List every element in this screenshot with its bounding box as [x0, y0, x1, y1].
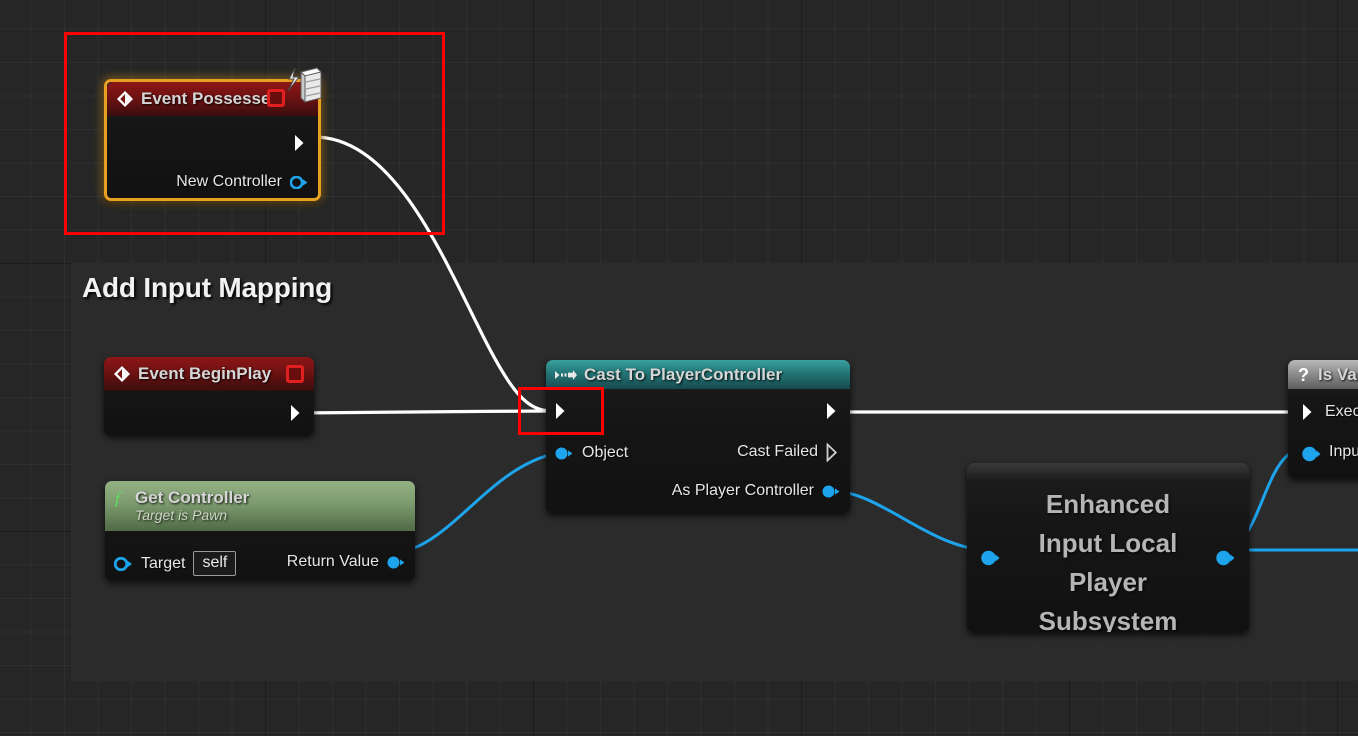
object-pin-icon — [555, 447, 574, 460]
node-is-valid-header: ? Is Va — [1288, 360, 1358, 389]
object-ref-pin-icon — [114, 557, 133, 570]
node-enhanced-input-subsystem-title: Enhanced Input Local Player Subsystem — [967, 485, 1249, 632]
pin-label-return-value: Return Value — [287, 553, 379, 571]
node-get-controller-header: f Get Controller Target is Pawn — [105, 481, 415, 531]
object-pin-icon — [822, 485, 841, 498]
exec-pin-icon — [290, 404, 305, 422]
svg-text:?: ? — [1298, 365, 1309, 384]
object-pin-icon — [387, 556, 406, 569]
object-pin-icon — [1216, 550, 1235, 563]
pin-is-valid-exec-in[interactable]: Exec — [1302, 403, 1358, 421]
node-get-controller[interactable]: f Get Controller Target is Pawn Target — [105, 481, 415, 580]
target-value-field[interactable]: self — [193, 551, 236, 576]
node-get-controller-subtitle: Target is Pawn — [135, 507, 227, 523]
exec-pin-icon — [1302, 403, 1317, 421]
node-is-valid[interactable]: ? Is Va Exec — [1288, 360, 1358, 478]
function-f-icon: f — [114, 489, 128, 507]
node-cast-inner: Cast To PlayerController — [546, 360, 850, 513]
object-pin-icon — [981, 550, 1000, 563]
node-cast-header: Cast To PlayerController — [546, 360, 850, 389]
node-is-valid-title: Is Va — [1318, 365, 1357, 385]
delegate-pin-icon[interactable] — [286, 365, 304, 383]
question-mark-icon: ? — [1297, 365, 1311, 384]
pin-is-valid-input-object[interactable]: Inpu — [1302, 443, 1358, 461]
pin-label-target: Target — [141, 555, 185, 573]
pin-label-input-object: Inpu — [1329, 443, 1358, 461]
node-event-beginplay-header: Event BeginPlay — [104, 357, 314, 391]
annotation-cast-exec-pin-highlight — [518, 387, 604, 435]
exec-pin-icon — [826, 402, 841, 420]
pin-label-cast-failed: Cast Failed — [737, 443, 818, 461]
svg-text:f: f — [115, 489, 122, 507]
pin-subsystem-out[interactable] — [1216, 550, 1235, 563]
node-get-controller-inner: f Get Controller Target is Pawn Target — [105, 481, 415, 580]
node-enhanced-input-subsystem-inner: Enhanced Input Local Player Subsystem — [967, 463, 1249, 632]
pin-label-exec: Exec — [1325, 403, 1358, 421]
pin-get-controller-target[interactable]: Target self — [114, 551, 236, 576]
exec-pin-hollow-icon — [826, 443, 841, 461]
node-is-valid-inner: ? Is Va Exec — [1288, 360, 1358, 478]
node-get-controller-title: Get Controller — [135, 488, 249, 508]
node-enhanced-input-subsystem[interactable]: Enhanced Input Local Player Subsystem — [967, 463, 1249, 632]
pin-cast-as-player-controller[interactable]: As Player Controller — [672, 482, 841, 500]
object-pin-icon — [1302, 446, 1321, 459]
blueprint-graph-canvas[interactable]: Add Input Mapping — [0, 0, 1358, 736]
comment-title: Add Input Mapping — [82, 272, 332, 304]
pin-label-as-player-controller: As Player Controller — [672, 482, 814, 500]
annotation-event-possessed-highlight — [64, 32, 445, 235]
pin-cast-exec-out[interactable] — [826, 402, 841, 420]
cast-arrow-icon — [555, 368, 577, 382]
node-cast-to-playercontroller[interactable]: Cast To PlayerController — [546, 360, 850, 513]
pin-label-object: Object — [582, 444, 628, 462]
event-diamond-icon — [113, 365, 131, 383]
pin-cast-object-in[interactable]: Object — [555, 444, 628, 462]
node-get-controller-title-row: f Get Controller — [114, 488, 249, 508]
pin-cast-failed[interactable]: Cast Failed — [737, 443, 841, 461]
pin-get-controller-return-value[interactable]: Return Value — [287, 553, 406, 571]
node-enhanced-input-subsystem-header — [967, 463, 1249, 479]
pin-subsystem-in[interactable] — [981, 550, 1000, 563]
pin-event-beginplay-exec-out[interactable] — [290, 404, 305, 422]
node-event-beginplay-title: Event BeginPlay — [138, 364, 271, 384]
node-event-beginplay-inner: Event BeginPlay — [104, 357, 314, 435]
node-cast-title: Cast To PlayerController — [584, 365, 782, 385]
node-event-beginplay[interactable]: Event BeginPlay — [104, 357, 314, 435]
